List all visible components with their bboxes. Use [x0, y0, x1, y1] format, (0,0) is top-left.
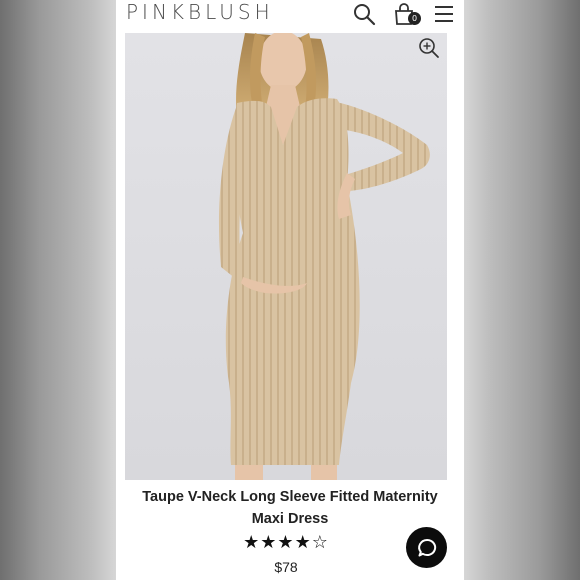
- mobile-screen: PINKBLUSH 0 Taupe V-Neck Long Sleeve Fit…: [116, 0, 464, 580]
- site-header: PINKBLUSH 0: [116, 0, 464, 32]
- chat-button[interactable]: [406, 527, 447, 568]
- brand-logo[interactable]: PINKBLUSH: [126, 0, 274, 28]
- chat-bubble-icon: [417, 538, 436, 556]
- search-icon[interactable]: [352, 2, 376, 26]
- hamburger-menu-icon[interactable]: [432, 2, 456, 26]
- product-price: $78: [274, 559, 298, 575]
- product-image[interactable]: [125, 33, 447, 480]
- zoom-in-icon[interactable]: [418, 37, 440, 59]
- cart-count-badge: 0: [408, 12, 421, 25]
- product-photo: [218, 33, 430, 480]
- product-title: Taupe V-Neck Long Sleeve Fitted Maternit…: [142, 489, 438, 527]
- rating-stars[interactable]: ★★★★☆: [116, 533, 456, 553]
